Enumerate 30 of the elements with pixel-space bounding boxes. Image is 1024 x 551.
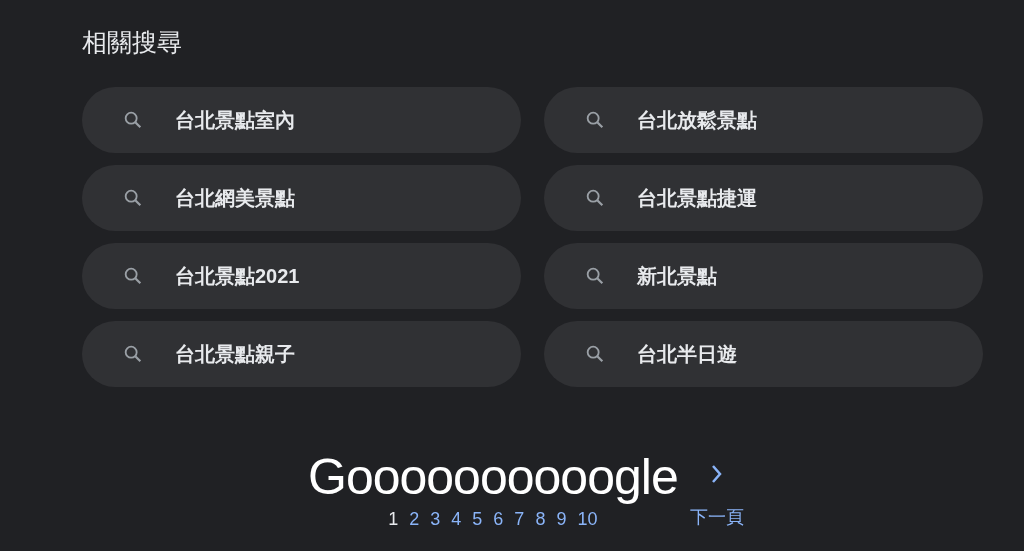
related-search-chip[interactable]: 台北景點捷運	[544, 165, 983, 231]
chevron-right-icon	[709, 463, 724, 485]
page-number-link[interactable]: 9	[556, 507, 567, 531]
page-number-link[interactable]: 3	[430, 507, 441, 531]
search-icon	[122, 109, 144, 131]
related-search-chip[interactable]: 台北網美景點	[82, 165, 521, 231]
page-number-link[interactable]: 10	[577, 507, 598, 531]
search-icon	[122, 187, 144, 209]
section-heading: 相關搜尋	[82, 27, 182, 58]
page-number-link[interactable]: 8	[535, 507, 546, 531]
page-number-link[interactable]: 2	[409, 507, 420, 531]
next-page-link[interactable]: 下一頁	[689, 451, 744, 531]
page-number-link[interactable]: 7	[514, 507, 525, 531]
search-icon	[584, 265, 606, 287]
logo-text: Goooooooooogle	[308, 451, 678, 503]
search-icon	[584, 343, 606, 365]
related-search-chip[interactable]: 台北半日遊	[544, 321, 983, 387]
related-search-chip[interactable]: 台北放鬆景點	[544, 87, 983, 153]
related-search-chip[interactable]: 台北景點親子	[82, 321, 521, 387]
search-icon	[122, 343, 144, 365]
related-search-chip[interactable]: 台北景點室內	[82, 87, 521, 153]
page-number-link[interactable]: 1	[388, 507, 399, 531]
related-search-chip[interactable]: 台北景點2021	[82, 243, 521, 309]
page-number-link[interactable]: 6	[493, 507, 504, 531]
search-icon	[122, 265, 144, 287]
related-search-chip[interactable]: 新北景點	[544, 243, 983, 309]
search-icon	[584, 187, 606, 209]
page-number-link[interactable]: 4	[451, 507, 462, 531]
search-icon	[584, 109, 606, 131]
page-number-link[interactable]: 5	[472, 507, 483, 531]
